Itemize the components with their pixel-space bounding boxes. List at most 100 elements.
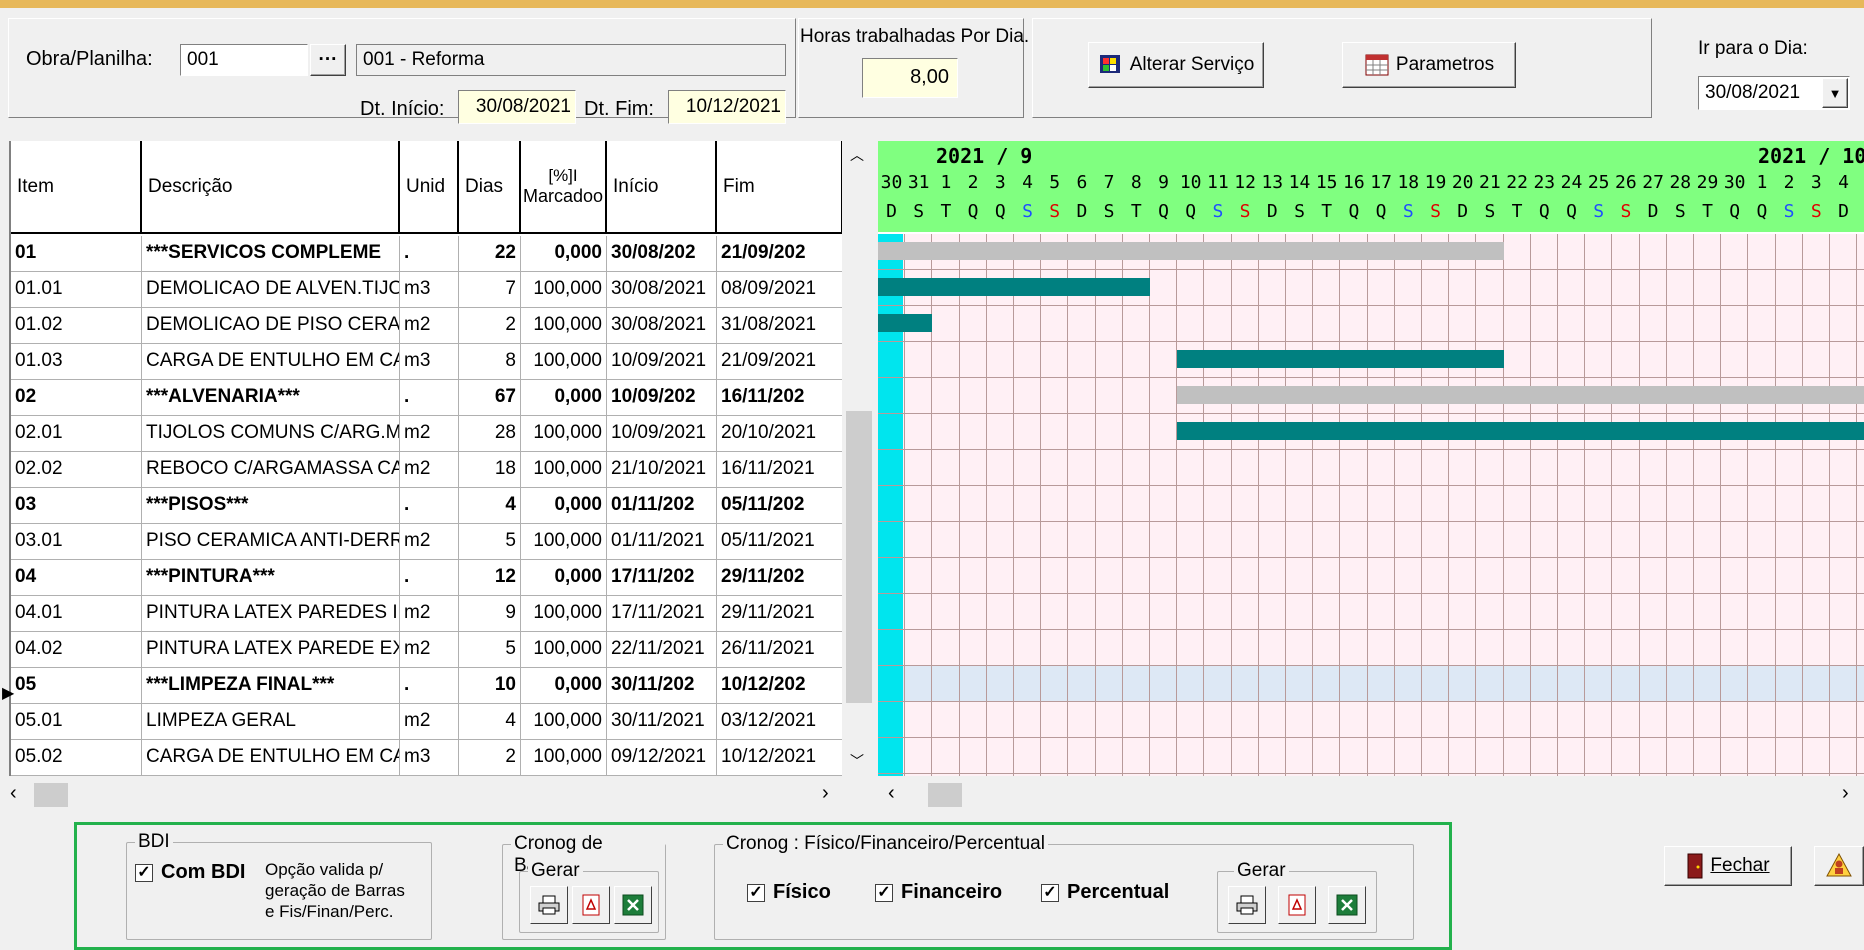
- table-row[interactable]: 05.01 LIMPEZA GERAL m2 4 100,000 30/11/2021 03…: [11, 704, 842, 740]
- table-row[interactable]: 02.02 REBOCO C/ARGAMASSA CAL m2 18 100,000 21…: [11, 452, 842, 488]
- gantt-day-number: 6: [1076, 172, 1088, 193]
- table-cell-item: 05: [11, 668, 142, 704]
- table-cell-dias: 28: [459, 416, 521, 452]
- table-cell-desc: ***SERVICOS COMPLEME: [142, 236, 400, 272]
- table-cell-inicio: 30/08/2021: [607, 272, 717, 308]
- excel-barras-button[interactable]: [614, 886, 652, 924]
- gantt-weekday-letter: S: [1674, 201, 1686, 222]
- table-cell-inicio: 01/11/202: [607, 488, 717, 524]
- financeiro-checkbox[interactable]: ✓ Financeiro: [875, 881, 1002, 904]
- gantt-task-bar[interactable]: [1177, 350, 1504, 368]
- scroll-thumb-h[interactable]: [34, 783, 68, 807]
- column-header-dias[interactable]: Dias: [459, 141, 521, 234]
- table-cell-desc: REBOCO C/ARGAMASSA CAL: [142, 452, 400, 488]
- table-row[interactable]: 04.01 PINTURA LATEX PAREDES IN m2 9 100,000 1…: [11, 596, 842, 632]
- gantt-gridline-horizontal: [878, 701, 1864, 702]
- gantt-gridline-vertical: [985, 234, 987, 776]
- gantt-task-bar[interactable]: [878, 314, 933, 332]
- gantt-summary-bar[interactable]: [878, 242, 1504, 260]
- table-cell-pct: 100,000: [521, 632, 607, 668]
- scroll-left-icon[interactable]: ‹: [10, 782, 17, 805]
- column-header-pct[interactable]: [%]I Marcadoo: [521, 141, 607, 234]
- table-row[interactable]: 01 ***SERVICOS COMPLEME. 22 0,000 30/08/202 2…: [11, 236, 842, 272]
- parametros-button[interactable]: Parametros: [1342, 42, 1516, 88]
- percentual-checkbox[interactable]: ✓ Percentual: [1041, 881, 1169, 904]
- table-row[interactable]: 02 ***ALVENARIA***. 67 0,000 10/09/202 16/11/…: [11, 380, 842, 416]
- table-cell-fim: 31/08/2021: [717, 308, 842, 344]
- dt-inicio-field[interactable]: 30/08/2021: [458, 90, 576, 124]
- table-cell-unid: m2: [400, 308, 459, 344]
- gantt-gridline-horizontal: [878, 773, 1864, 774]
- print-barras-button[interactable]: [530, 886, 568, 924]
- gantt-gridline-vertical: [1720, 234, 1722, 776]
- excel-ffp-button[interactable]: [1328, 886, 1366, 924]
- table-cell-unid: m2: [400, 524, 459, 560]
- scroll-right-icon[interactable]: ›: [822, 782, 829, 805]
- alterar-servico-button[interactable]: Alterar Serviço: [1088, 42, 1264, 88]
- print-ffp-button[interactable]: [1228, 886, 1266, 924]
- table-cell-dias: 67: [459, 380, 521, 416]
- fechar-label: Fechar: [1710, 855, 1770, 876]
- obra-description: 001 - Reforma: [356, 44, 786, 76]
- percentual-label: Percentual: [1067, 881, 1170, 903]
- gantt-scroll-left-icon[interactable]: ‹: [888, 782, 895, 805]
- table-cell-unid: .: [400, 668, 459, 704]
- fechar-button[interactable]: Fechar: [1664, 846, 1792, 886]
- horas-field[interactable]: 8,00: [862, 58, 958, 98]
- grid-horizontal-scrollbar[interactable]: ‹ ›: [0, 778, 842, 812]
- gantt-task-bar[interactable]: [878, 278, 1150, 296]
- gantt-day-number: 2: [1783, 172, 1795, 193]
- table-cell-item: 02: [11, 380, 142, 416]
- door-icon: [1687, 853, 1703, 879]
- gantt-gridline-horizontal: [878, 737, 1864, 738]
- table-row[interactable]: 05.02 CARGA DE ENTULHO EM CAM m3 2 100,000 09…: [11, 740, 842, 776]
- table-cell-item: 03.01: [11, 524, 142, 560]
- gantt-weekday-letter: S: [1620, 201, 1632, 222]
- table-cell-desc: LIMPEZA GERAL: [142, 704, 400, 740]
- scroll-up-icon[interactable]: ︿: [850, 145, 864, 165]
- gantt-gridline-vertical: [1393, 234, 1395, 776]
- table-row[interactable]: 03 ***PISOS***. 4 0,000 01/11/202 05/11/202: [11, 488, 842, 524]
- column-header-unid[interactable]: Unid: [400, 141, 459, 234]
- gantt-scroll-right-icon[interactable]: ›: [1842, 782, 1849, 805]
- pdf-barras-button[interactable]: [572, 886, 610, 924]
- grid-vertical-scrollbar[interactable]: ︿ ﹀: [842, 141, 876, 776]
- table-row[interactable]: 04 ***PINTURA***. 12 0,000 17/11/202 29/11/20…: [11, 560, 842, 596]
- table-row[interactable]: 01.03 CARGA DE ENTULHO EM CAM m3 8 100,000 10…: [11, 344, 842, 380]
- table-row[interactable]: 01.02 DEMOLICAO DE PISO CERAM m2 2 100,000 30…: [11, 308, 842, 344]
- column-header-descricao[interactable]: Descrição: [142, 141, 400, 234]
- gantt-gridline-vertical: [1230, 234, 1232, 776]
- column-header-fim[interactable]: Fim: [717, 141, 842, 234]
- table-cell-item: 01.03: [11, 344, 142, 380]
- com-bdi-checkbox[interactable]: ✓ Com BDI: [135, 861, 245, 884]
- table-cell-desc: CARGA DE ENTULHO EM CAM: [142, 344, 400, 380]
- gantt-gridline-vertical: [1366, 234, 1368, 776]
- gantt-gridline-vertical: [1747, 234, 1749, 776]
- chevron-down-icon[interactable]: ▼: [1822, 78, 1848, 108]
- gantt-task-bar[interactable]: [1177, 422, 1864, 440]
- table-cell-unid: .: [400, 236, 459, 272]
- fisico-checkbox[interactable]: ✓ Físico: [747, 881, 831, 904]
- help-button[interactable]: [1814, 846, 1864, 886]
- gantt-gridline-horizontal: [878, 449, 1864, 450]
- column-header-inicio[interactable]: Início: [607, 141, 717, 234]
- scroll-down-icon[interactable]: ﹀: [850, 751, 864, 771]
- fisico-label: Físico: [773, 881, 831, 903]
- dt-fim-field[interactable]: 10/12/2021: [668, 90, 786, 124]
- table-row[interactable]: 05 ***LIMPEZA FINAL***. 10 0,000 30/11/202 10…: [11, 668, 842, 704]
- obra-code-field[interactable]: 001: [180, 44, 308, 76]
- pdf-ffp-button[interactable]: [1278, 886, 1316, 924]
- table-row[interactable]: 02.01 TIJOLOS COMUNS C/ARG.MIS m2 28 100,000…: [11, 416, 842, 452]
- table-row[interactable]: 01.01 DEMOLICAO DE ALVEN.TIJOL m3 7 100,000 3…: [11, 272, 842, 308]
- gantt-scroll-thumb[interactable]: [928, 783, 962, 807]
- gantt-gridline-vertical: [1067, 234, 1069, 776]
- table-cell-desc: PISO CERAMICA ANTI-DERRA: [142, 524, 400, 560]
- gantt-weekday-letter: D: [886, 201, 897, 222]
- table-row[interactable]: 03.01 PISO CERAMICA ANTI-DERRA m2 5 100,000 0…: [11, 524, 842, 560]
- gantt-summary-bar[interactable]: [1177, 386, 1864, 404]
- column-header-item[interactable]: Item: [11, 141, 142, 234]
- lookup-button[interactable]: ···: [310, 44, 346, 76]
- gantt-horizontal-scrollbar[interactable]: ‹ ›: [878, 778, 1864, 812]
- scroll-thumb[interactable]: [846, 411, 872, 703]
- table-row[interactable]: 04.02 PINTURA LATEX PAREDE EX m2 5 100,000 22…: [11, 632, 842, 668]
